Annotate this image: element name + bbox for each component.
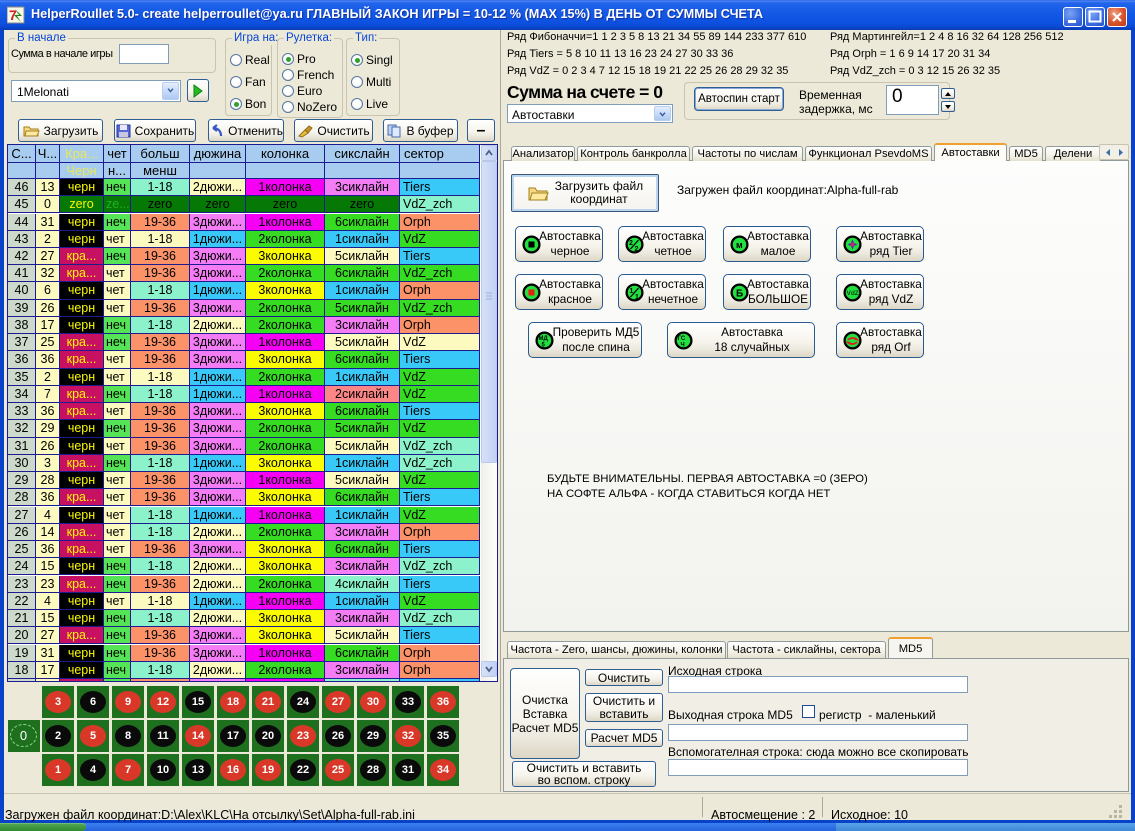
svg-text:Ч: Ч <box>681 343 685 349</box>
svg-text:1: 1 <box>635 294 639 301</box>
svg-text:Б: Б <box>736 289 743 300</box>
svg-text:2: 2 <box>629 240 633 247</box>
svg-text:м: м <box>736 240 743 250</box>
svg-text:VdZ: VdZ <box>847 290 859 297</box>
svg-text:2: 2 <box>635 246 639 253</box>
svg-text:МД: МД <box>539 336 549 342</box>
svg-text:ГС: ГС <box>678 336 686 342</box>
